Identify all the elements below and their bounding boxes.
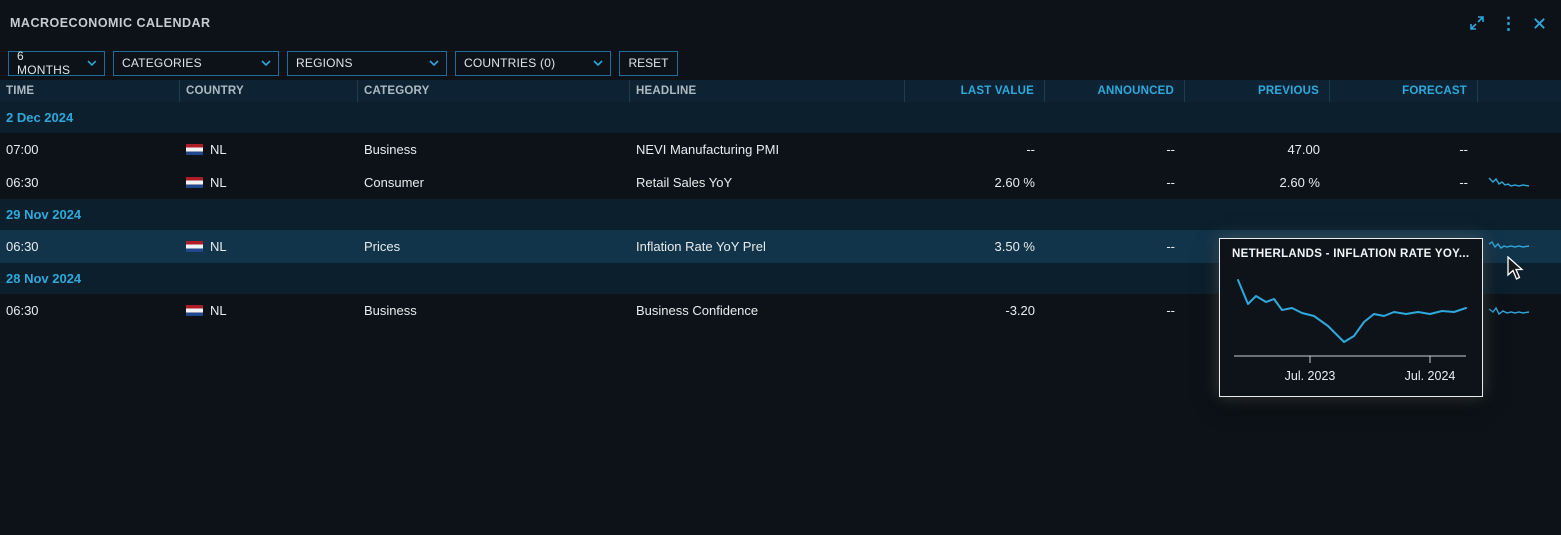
time-cell: 06:30 [0,175,180,190]
date-label: 2 Dec 2024 [6,110,73,125]
last-value-cell: 2.60 % [905,175,1045,190]
column-header-announced[interactable]: ANNOUNCED [1045,80,1185,102]
column-header-time[interactable]: TIME [0,80,180,102]
table-row[interactable]: 06:30 NL Consumer Retail Sales YoY 2.60 … [0,166,1561,199]
expand-icon[interactable] [1469,13,1485,33]
history-sparkline-icon [1488,175,1530,190]
column-header-sparkline [1478,80,1561,102]
last-value-cell: -- [905,142,1045,157]
column-header-headline[interactable]: HEADLINE [630,80,905,102]
forecast-cell: -- [1330,142,1478,157]
sparkline-cell[interactable] [1478,303,1561,318]
date-label: 29 Nov 2024 [6,207,81,222]
announced-cell: -- [1045,175,1185,190]
headline-cell: Retail Sales YoY [630,175,905,190]
column-header-country[interactable]: COUNTRY [180,80,358,102]
close-icon[interactable] [1532,13,1547,33]
period-dropdown[interactable]: 6 MONTHS [8,51,105,76]
filter-bar: 6 MONTHS CATEGORIES REGIONS COUNTRIES (0… [0,46,1561,80]
panel-title: MACROECONOMIC CALENDAR [10,16,211,30]
history-sparkline-icon [1488,239,1530,254]
announced-cell: -- [1045,239,1185,254]
column-header-forecast[interactable]: FORECAST [1330,80,1478,102]
time-cell: 07:00 [0,142,180,157]
category-cell: Business [358,142,630,157]
time-cell: 06:30 [0,303,180,318]
period-dropdown-label: 6 MONTHS [17,49,79,77]
tooltip-title: NETHERLANDS - INFLATION RATE YOY... [1220,239,1482,262]
headline-cell: Business Confidence [630,303,905,318]
flag-nl-icon [186,305,203,316]
country-code: NL [210,175,227,190]
country-code: NL [210,239,227,254]
column-header-category[interactable]: CATEGORY [358,80,630,102]
sparkline-cell[interactable] [1478,175,1561,190]
categories-dropdown[interactable]: CATEGORIES [113,51,279,76]
chevron-down-icon [593,60,603,66]
chevron-down-icon [87,60,97,66]
date-label: 28 Nov 2024 [6,271,81,286]
headline-cell: NEVI Manufacturing PMI [630,142,905,157]
country-cell: NL [180,239,358,254]
date-group-row: 29 Nov 2024 [0,199,1561,230]
country-cell: NL [180,175,358,190]
country-code: NL [210,142,227,157]
forecast-cell: -- [1330,175,1478,190]
overflow-menu-icon[interactable]: ⋮ [1500,13,1517,33]
table-row[interactable]: 07:00 NL Business NEVI Manufacturing PMI… [0,133,1561,166]
window-controls: ⋮ [1469,13,1547,33]
last-value-cell: -3.20 [905,303,1045,318]
previous-cell: 2.60 % [1185,175,1330,190]
column-header-previous[interactable]: PREVIOUS [1185,80,1330,102]
tooltip-axis-label-right: Jul. 2024 [1405,369,1456,383]
time-cell: 06:30 [0,239,180,254]
flag-nl-icon [186,177,203,188]
tooltip-axis-label-left: Jul. 2023 [1285,369,1336,383]
categories-dropdown-label: CATEGORIES [122,56,202,70]
country-cell: NL [180,142,358,157]
column-header-last-value[interactable]: LAST VALUE [905,80,1045,102]
sparkline-cell[interactable] [1478,239,1561,254]
flag-nl-icon [186,241,203,252]
announced-cell: -- [1045,303,1185,318]
country-code: NL [210,303,227,318]
date-group-row: 2 Dec 2024 [0,102,1561,133]
previous-cell: 47.00 [1185,142,1330,157]
macro-calendar-panel: MACROECONOMIC CALENDAR ⋮ 6 MONTHS CATEGO… [0,0,1561,535]
category-cell: Prices [358,239,630,254]
chevron-down-icon [429,60,439,66]
country-cell: NL [180,303,358,318]
chevron-down-icon [261,60,271,66]
last-value-cell: 3.50 % [905,239,1045,254]
reset-button[interactable]: RESET [619,51,678,76]
headline-cell: Inflation Rate YoY Prel [630,239,905,254]
table-header: TIME COUNTRY CATEGORY HEADLINE LAST VALU… [0,80,1561,102]
history-sparkline-icon [1488,303,1530,318]
category-cell: Consumer [358,175,630,190]
regions-dropdown[interactable]: REGIONS [287,51,447,76]
countries-dropdown[interactable]: COUNTRIES (0) [455,51,611,76]
title-bar: MACROECONOMIC CALENDAR ⋮ [0,0,1561,46]
regions-dropdown-label: REGIONS [296,56,353,70]
announced-cell: -- [1045,142,1185,157]
tooltip-line-chart: Jul. 2023 Jul. 2024 [1220,264,1482,390]
flag-nl-icon [186,144,203,155]
category-cell: Business [358,303,630,318]
chart-tooltip: NETHERLANDS - INFLATION RATE YOY... Jul.… [1219,238,1483,397]
countries-dropdown-label: COUNTRIES (0) [464,56,555,70]
